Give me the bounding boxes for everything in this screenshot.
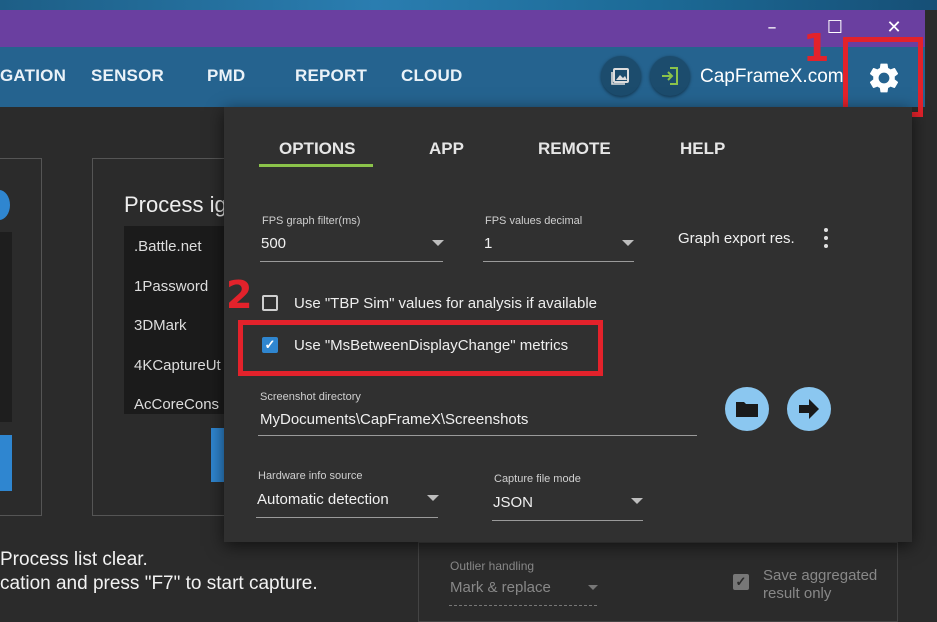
status-text-line1: Process list clear. — [0, 549, 148, 570]
nav-item-navigation[interactable]: GATION — [0, 66, 66, 86]
capture-mode-underline — [492, 520, 643, 521]
list-item[interactable]: AcCoreCons — [134, 396, 219, 413]
gear-icon — [869, 63, 899, 93]
more-options-icon[interactable] — [824, 228, 828, 248]
process-ignore-title: Process ig — [124, 192, 227, 217]
open-folder-button[interactable] — [725, 387, 769, 431]
fps-decimal-underline — [483, 261, 634, 262]
process-ignore-list[interactable]: .Battle.net 1Password 3DMark 4KCaptureUt… — [124, 226, 234, 414]
chevron-down-icon — [427, 495, 439, 501]
title-bar — [0, 10, 925, 47]
chevron-down-icon — [588, 585, 598, 590]
minimize-button[interactable]: – — [758, 14, 786, 42]
save-aggregated-checkbox[interactable]: ✓ — [733, 574, 749, 590]
list-item[interactable]: 3DMark — [134, 317, 187, 334]
settings-button[interactable] — [866, 60, 902, 96]
save-aggregated-label: Save aggregated result only — [763, 567, 878, 602]
arrow-right-icon — [799, 399, 819, 419]
fps-filter-label: FPS graph filter(ms) — [262, 215, 361, 227]
hw-source-underline — [256, 517, 438, 518]
hw-source-select[interactable]: Automatic detection — [257, 491, 389, 508]
left-panel-list — [0, 232, 12, 422]
outlier-underline — [449, 605, 597, 606]
outlier-handling-label: Outlier handling — [450, 559, 535, 573]
tab-remote[interactable]: REMOTE — [538, 139, 611, 159]
fps-filter-select[interactable]: 500 — [261, 235, 286, 252]
chevron-down-icon — [622, 240, 634, 246]
tbp-sim-label: Use "TBP Sim" values for analysis if ava… — [294, 295, 597, 312]
capture-mode-label: Capture file mode — [494, 473, 581, 485]
graph-export-label: Graph export res. — [678, 230, 795, 247]
tab-app[interactable]: APP — [429, 139, 464, 159]
active-tab-indicator — [259, 164, 373, 167]
nav-item-sensor[interactable]: SENSOR — [91, 66, 164, 86]
tbp-sim-checkbox[interactable] — [262, 295, 278, 311]
capture-mode-select[interactable]: JSON — [493, 494, 533, 511]
list-item[interactable]: 4KCaptureUt — [134, 357, 221, 374]
nav-item-cloud[interactable]: CLOUD — [401, 66, 462, 86]
login-icon — [662, 67, 678, 85]
screenshot-dir-label: Screenshot directory — [260, 391, 361, 403]
screenshot-dir-underline — [258, 435, 697, 436]
tab-options[interactable]: OPTIONS — [279, 139, 356, 159]
fps-decimal-label: FPS values decimal — [485, 215, 583, 227]
left-panel-action-button[interactable] — [0, 435, 12, 491]
chevron-down-icon — [631, 498, 643, 504]
annotation-number-1: 1 — [803, 26, 830, 70]
go-to-folder-button[interactable] — [787, 387, 831, 431]
annotation-number-2: 2 — [226, 273, 253, 317]
screenshot-dir-field[interactable]: MyDocuments\CapFrameX\Screenshots — [260, 411, 528, 428]
fps-decimal-select[interactable]: 1 — [484, 235, 492, 252]
msbdc-checkbox[interactable]: ✓ — [262, 337, 278, 353]
tab-help[interactable]: HELP — [680, 139, 725, 159]
hw-source-label: Hardware info source — [258, 470, 363, 482]
chevron-down-icon — [432, 240, 444, 246]
nav-item-pmd[interactable]: PMD — [207, 66, 245, 86]
outlier-handling-select[interactable]: Mark & replace — [450, 579, 551, 596]
list-item[interactable]: 1Password — [134, 278, 208, 295]
msbdc-label: Use "MsBetweenDisplayChange" metrics — [294, 337, 569, 354]
login-button[interactable] — [650, 56, 690, 96]
screenshot-button[interactable] — [601, 56, 641, 96]
list-item[interactable]: .Battle.net — [134, 238, 202, 255]
desktop-background — [0, 0, 937, 10]
nav-item-report[interactable]: REPORT — [295, 66, 367, 86]
fps-filter-underline — [260, 261, 443, 262]
screenshot-icon — [611, 68, 629, 85]
folder-icon — [736, 402, 758, 417]
status-text-line2: cation and press "F7" to start capture. — [0, 573, 318, 594]
